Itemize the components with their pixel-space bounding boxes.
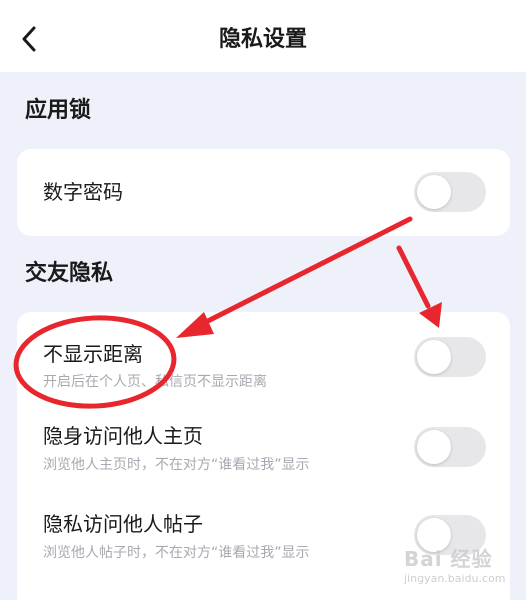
toggle-knob	[417, 430, 451, 464]
page-title: 隐私设置	[218, 27, 307, 52]
section-title-social-privacy: 交友隐私	[25, 261, 114, 286]
setting-desc-invisible-visit-profile: 浏览他人主页时，不在对方“谁看过我”显示	[43, 457, 310, 473]
settings-card-app-lock: 数字密码	[17, 149, 510, 236]
watermark-brand: Bai 经验	[404, 547, 493, 571]
invisible-visit-profile-toggle[interactable]	[414, 427, 486, 467]
nav-bar: 隐私设置	[0, 0, 526, 72]
numeric-password-toggle[interactable]	[414, 172, 486, 212]
toggle-knob	[417, 175, 451, 209]
hide-distance-toggle[interactable]	[414, 337, 486, 377]
watermark-url: jingyan.baidu.com	[404, 572, 506, 585]
section-title-app-lock: 应用锁	[25, 98, 92, 123]
setting-label-invisible-visit-profile: 隐身访问他人主页	[43, 424, 203, 448]
toggle-knob	[417, 340, 451, 374]
setting-label-numeric-password: 数字密码	[43, 180, 123, 204]
setting-label-hide-distance: 不显示距离	[43, 342, 143, 366]
setting-label-private-visit-posts: 隐私访问他人帖子	[43, 512, 203, 536]
setting-desc-private-visit-posts: 浏览他人帖子时，不在对方“谁看过我”显示	[43, 545, 310, 561]
watermark: Bai 经验 jingyan.baidu.com	[404, 546, 522, 596]
setting-desc-hide-distance: 开启后在个人页、私信页不显示距离	[43, 374, 267, 390]
